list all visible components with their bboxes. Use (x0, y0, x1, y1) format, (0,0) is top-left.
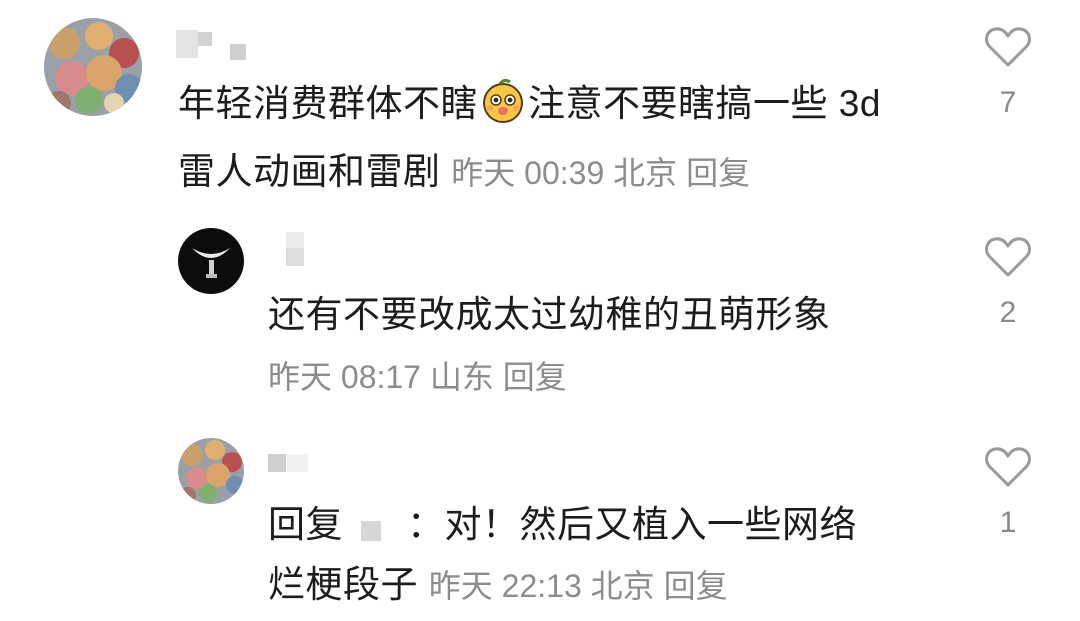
cute-face-emoji-icon (480, 78, 526, 142)
comment-text-line1: 还有不要改成太过幼稚的丑萌形象 (268, 294, 831, 335)
comment-text-part1: 年轻消费群体不瞎 (178, 83, 478, 124)
comment-meta: 昨天 08:17 山东 回复 (268, 347, 968, 407)
comment-text: 还有不要改成太过幼稚的丑萌形象 昨天 08:17 山东 回复 (268, 285, 968, 407)
like-heart-icon[interactable] (978, 446, 1038, 488)
username-redacted[interactable] (176, 26, 256, 62)
comment-time: 昨天 08:17 (268, 359, 421, 395)
comment-text-line1: ：对！然后又植入一些网络 (407, 504, 857, 545)
comment-text-part2: 注意不要瞎搞一些 3d (528, 83, 881, 124)
like-heart-icon[interactable] (978, 236, 1038, 278)
comment-time: 昨天 22:13 (428, 568, 582, 604)
comment-meta: 昨天 22:13 北京 回复 (429, 568, 728, 604)
avatar[interactable] (178, 228, 244, 294)
reply-button[interactable]: 回复 (686, 155, 750, 191)
reply-prefix: 回复 (268, 504, 343, 545)
like-column: 2 (978, 236, 1038, 330)
like-count: 2 (999, 296, 1017, 329)
like-column: 7 (978, 26, 1038, 120)
comment-meta: 昨天 00:39 北京 回复 (451, 155, 750, 191)
reply-button[interactable]: 回复 (503, 359, 567, 395)
comment-location: 山东 (429, 359, 494, 395)
username-redacted[interactable] (286, 232, 306, 270)
comment-text: 回复 ：对！然后又植入一些网络 烂梗段子 昨天 22:13 北京 回复 (268, 495, 968, 616)
username-redacted[interactable] (268, 450, 318, 474)
like-count: 7 (999, 86, 1017, 119)
plush-toys-avatar-image (44, 18, 142, 116)
comment-location: 北京 (613, 155, 678, 191)
mention-username-redacted[interactable] (361, 521, 381, 541)
plush-toys-avatar-image (178, 438, 244, 504)
comment-location: 北京 (590, 568, 655, 604)
comment-text: 年轻消费群体不瞎 注意不要瞎搞一些 3d 雷人动画和雷剧 昨天 00:39 北京… (178, 74, 948, 203)
avatar[interactable] (178, 438, 244, 504)
moon-figure-avatar-image (178, 228, 244, 294)
like-column: 1 (978, 446, 1038, 540)
like-heart-icon[interactable] (978, 26, 1038, 68)
comment-text-line2: 雷人动画和雷剧 (178, 151, 441, 192)
comment-time: 昨天 00:39 (451, 155, 605, 191)
avatar[interactable] (44, 18, 142, 116)
reply-button[interactable]: 回复 (664, 568, 728, 604)
like-count: 1 (999, 506, 1017, 539)
comment-text-line2: 烂梗段子 (268, 564, 418, 605)
